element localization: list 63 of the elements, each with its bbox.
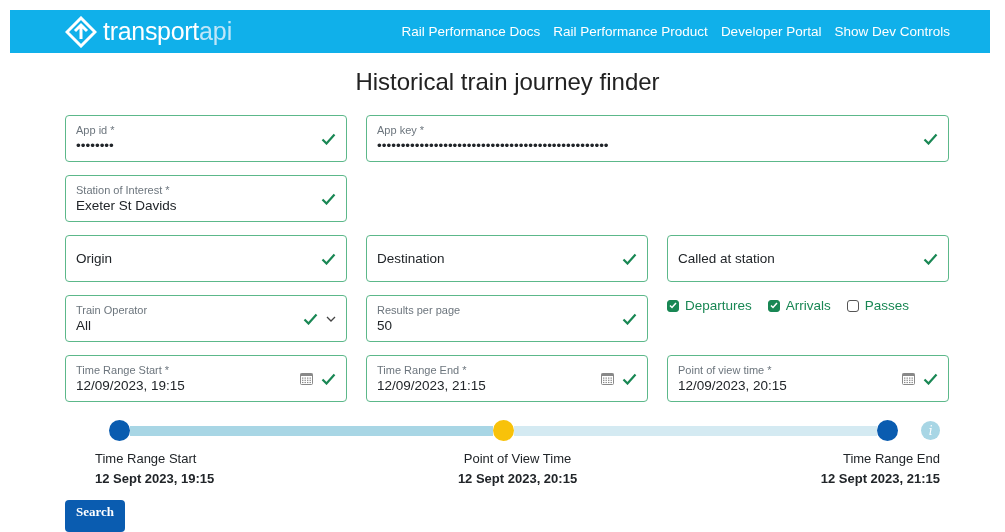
timeline-handle[interactable] bbox=[877, 420, 899, 441]
check-icon bbox=[321, 132, 336, 145]
check-icon bbox=[321, 252, 336, 265]
checkbox[interactable]: Arrivals bbox=[767, 298, 831, 313]
input-field[interactable]: App id * •••••••• bbox=[65, 115, 347, 162]
date-field[interactable]: Time Range Start * 12/09/2023, 19:15 bbox=[65, 355, 347, 402]
timeline-handle[interactable] bbox=[109, 420, 130, 441]
field-label: Point of view time * bbox=[678, 364, 773, 376]
check-icon bbox=[923, 372, 938, 385]
chevron-down-icon bbox=[326, 315, 336, 322]
field-label: Train Operator bbox=[76, 304, 149, 316]
timeline-label: Time Range End bbox=[842, 451, 940, 466]
field-value: Exeter St Davids bbox=[76, 198, 178, 213]
check-icon bbox=[669, 302, 677, 309]
check-icon bbox=[622, 372, 637, 385]
timeline-label: Point of View Time bbox=[463, 451, 572, 466]
checkbox[interactable]: Passes bbox=[846, 298, 910, 313]
input-field[interactable]: Station of Interest * Exeter St Davids bbox=[65, 175, 347, 222]
field-value: 12/09/2023, 19:15 bbox=[76, 378, 186, 393]
page-title: Historical train journey finder bbox=[354, 68, 661, 96]
timeline-time: 12 Sept 2023, 20:15 bbox=[457, 471, 578, 486]
field-value: 12/09/2023, 20:15 bbox=[678, 378, 788, 393]
timeline-handle[interactable] bbox=[493, 420, 515, 441]
check-icon bbox=[321, 372, 336, 385]
field-label: Time Range End * bbox=[377, 364, 468, 376]
input-field[interactable]: Destination bbox=[366, 235, 648, 282]
field-label: App key * bbox=[377, 124, 426, 136]
date-field[interactable]: Point of view time * 12/09/2023, 20:15 bbox=[667, 355, 949, 402]
field-placeholder: Destination bbox=[377, 251, 445, 266]
check-icon bbox=[769, 302, 778, 309]
check-icon bbox=[923, 252, 938, 265]
calendar-icon bbox=[601, 372, 614, 385]
check-icon bbox=[321, 192, 336, 205]
field-value: ••••••••••••••••••••••••••••••••••••••••••••••••• bbox=[377, 138, 610, 153]
calendar-icon bbox=[902, 372, 915, 385]
check-icon bbox=[303, 312, 318, 325]
field-value: 12/09/2023, 21:15 bbox=[377, 378, 487, 393]
timeline-label: Time Range Start bbox=[95, 451, 197, 466]
field-value: •••••••• bbox=[76, 138, 115, 153]
date-field[interactable]: Time Range End * 12/09/2023, 21:15 bbox=[366, 355, 648, 402]
calendar-icon bbox=[300, 372, 313, 385]
field-value: 50 bbox=[377, 318, 394, 333]
input-field[interactable]: Origin bbox=[65, 235, 347, 282]
timeline-time: 12 Sept 2023, 19:15 bbox=[95, 471, 215, 486]
field-placeholder: Origin bbox=[76, 251, 112, 266]
checkbox[interactable]: Departures bbox=[667, 298, 752, 313]
check-icon bbox=[622, 252, 637, 265]
field-label: App id * bbox=[76, 124, 116, 136]
logo-icon bbox=[65, 15, 97, 48]
search-button[interactable]: Search bbox=[65, 500, 126, 532]
field-label: Results per page bbox=[377, 304, 462, 316]
field-label: Station of Interest * bbox=[76, 184, 171, 196]
field-placeholder: Called at station bbox=[678, 251, 775, 266]
input-field[interactable]: Results per page 50 bbox=[366, 295, 648, 342]
check-icon bbox=[622, 312, 637, 325]
input-field[interactable]: Called at station bbox=[667, 235, 949, 282]
logo-text: transportapi bbox=[103, 17, 233, 46]
field-value: All bbox=[76, 318, 92, 333]
input-field[interactable]: App key * ••••••••••••••••••••••••••••••••••••••••••••••••• bbox=[366, 115, 949, 162]
field-label: Time Range Start * bbox=[76, 364, 171, 376]
select-field[interactable]: Train Operator All bbox=[65, 295, 347, 342]
check-icon bbox=[923, 132, 938, 145]
timeline-time: 12 Sept 2023, 21:15 bbox=[820, 471, 940, 486]
